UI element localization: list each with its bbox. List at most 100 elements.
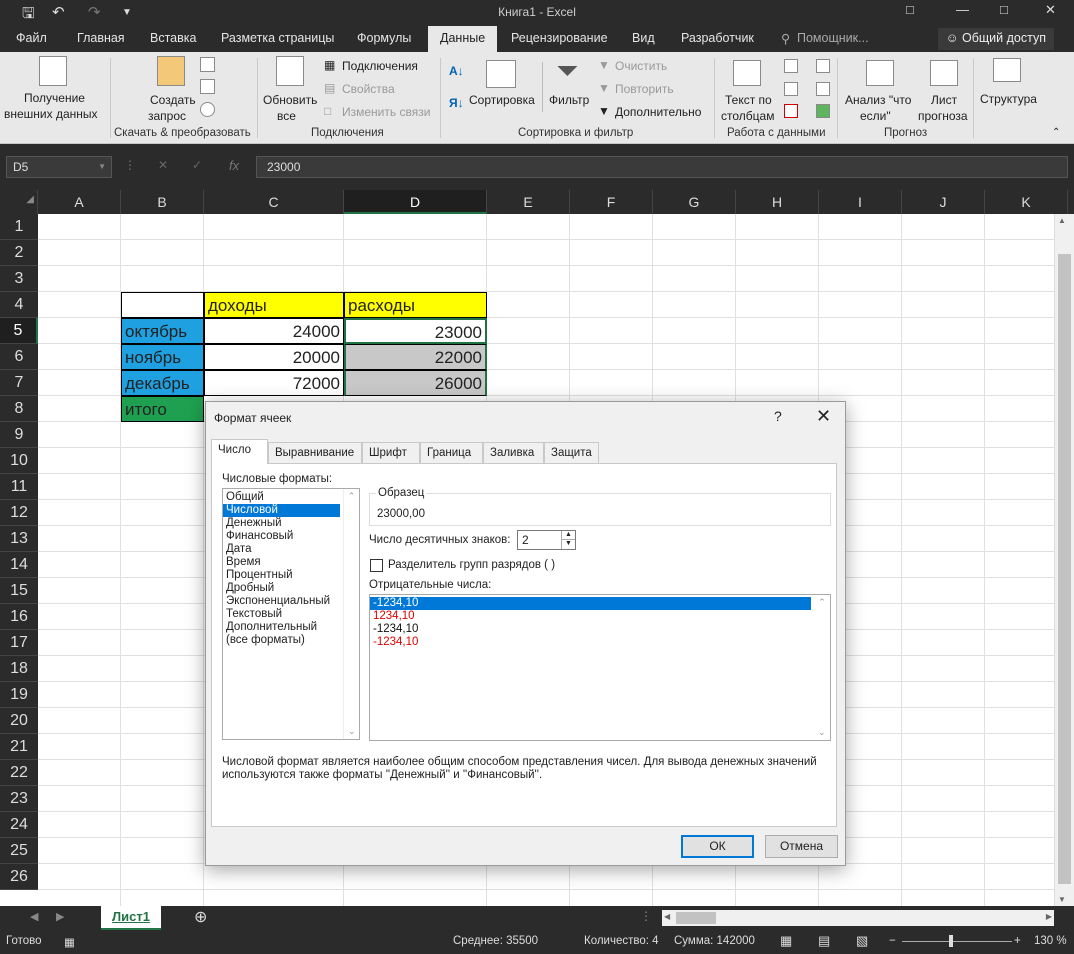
sort-za-icon[interactable]: Я↓ <box>449 96 464 110</box>
col-header-k[interactable]: K <box>985 190 1068 214</box>
cell-c6-income[interactable]: 20000 <box>204 344 344 370</box>
decimal-places-stepper[interactable]: 2 ▲ ▼ <box>517 530 576 550</box>
cell-d5-expense-active[interactable]: 23000 <box>344 318 487 344</box>
row-header[interactable]: 13 <box>0 526 38 552</box>
row-header[interactable]: 24 <box>0 812 38 838</box>
tab-split-handle-icon[interactable]: ⋮ <box>640 909 652 923</box>
cell-b6-month[interactable]: ноябрь <box>121 344 204 370</box>
scroll-down-icon[interactable]: ▼ <box>1058 895 1066 904</box>
name-box[interactable]: D5 ▼ <box>6 156 112 178</box>
row-header[interactable]: 11 <box>0 474 38 500</box>
zoom-level[interactable]: 130 % <box>1034 935 1067 947</box>
scroll-down-icon[interactable]: ⌄ <box>348 726 356 737</box>
forecast-sheet-label-2[interactable]: прогноза <box>918 109 968 123</box>
row-header[interactable]: 6 <box>0 344 38 370</box>
relationships-icon[interactable] <box>816 82 830 96</box>
cell-c5-income[interactable]: 24000 <box>204 318 344 344</box>
row-header[interactable]: 4 <box>0 292 38 318</box>
cancel-icon[interactable]: ✕ <box>158 158 168 172</box>
tab-developer[interactable]: Разработчик <box>681 31 754 45</box>
tab-alignment[interactable]: Выравнивание <box>268 442 362 463</box>
consolidate-icon[interactable] <box>816 59 830 73</box>
row-header[interactable]: 22 <box>0 760 38 786</box>
col-header-h[interactable]: H <box>736 190 819 214</box>
enter-icon[interactable]: ✓ <box>192 158 202 172</box>
refresh-all-label-2[interactable]: все <box>277 109 296 123</box>
create-query-label-2[interactable]: запрос <box>148 109 186 123</box>
connections-button[interactable]: Подключения <box>342 59 418 73</box>
vertical-scrollbar[interactable]: ▲ ▼ <box>1054 214 1074 906</box>
reapply-button[interactable]: Повторить <box>615 82 674 96</box>
col-header-j[interactable]: J <box>902 190 985 214</box>
row-header[interactable]: 18 <box>0 656 38 682</box>
format-item-selected[interactable]: Числовой <box>223 504 340 517</box>
share-button[interactable]: ☺ Общий доступ <box>937 28 1054 50</box>
insert-function-icon[interactable]: fx <box>229 158 239 173</box>
macro-record-icon[interactable]: ▦ <box>64 935 75 949</box>
horizontal-scrollbar[interactable]: ◀ ▶ <box>662 910 1054 926</box>
forecast-sheet-label[interactable]: Лист <box>931 93 957 107</box>
negative-option-selected[interactable]: -1234,10 <box>370 597 811 610</box>
text-to-columns-label[interactable]: Текст по <box>725 93 772 107</box>
negative-option[interactable]: 1234,10 <box>370 610 811 623</box>
col-header-a[interactable]: A <box>38 190 121 214</box>
format-item[interactable]: Экспоненциальный <box>223 595 340 608</box>
negative-option[interactable]: -1234,10 <box>370 636 811 649</box>
row-header[interactable]: 20 <box>0 708 38 734</box>
close-window-icon[interactable]: ✕ <box>1045 2 1056 18</box>
tab-insert[interactable]: Вставка <box>150 31 196 45</box>
what-if-label-2[interactable]: если" <box>860 109 891 123</box>
data-model-icon[interactable] <box>816 104 830 118</box>
zoom-slider-thumb[interactable] <box>949 935 953 947</box>
outline-button[interactable]: Структура <box>980 92 1037 106</box>
cell-c4-income-header[interactable]: доходы <box>204 292 344 318</box>
formula-input[interactable]: 23000 <box>256 156 1068 178</box>
row-header[interactable]: 14 <box>0 552 38 578</box>
tab-font[interactable]: Шрифт <box>362 442 420 463</box>
text-to-columns-label-2[interactable]: столбцам <box>721 109 774 123</box>
cell-d7-expense[interactable]: 26000 <box>344 370 487 396</box>
cell-d4-expense-header[interactable]: расходы <box>344 292 487 318</box>
format-item[interactable]: Дата <box>223 543 340 556</box>
page-layout-view-icon[interactable]: ▤ <box>818 933 830 949</box>
row-header[interactable]: 7 <box>0 370 38 396</box>
scroll-right-icon[interactable]: ▶ <box>1046 912 1052 921</box>
zoom-slider[interactable] <box>902 941 1012 942</box>
format-item[interactable]: Время <box>223 556 340 569</box>
row-header[interactable]: 9 <box>0 422 38 448</box>
ribbon-display-icon[interactable]: □ <box>906 2 914 17</box>
row-header[interactable]: 10 <box>0 448 38 474</box>
format-item[interactable]: Денежный <box>223 517 340 530</box>
col-header-g[interactable]: G <box>653 190 736 214</box>
col-header-i[interactable]: I <box>819 190 902 214</box>
tab-page-layout[interactable]: Разметка страницы <box>221 31 334 45</box>
zoom-out-icon[interactable]: − <box>889 935 896 947</box>
minimize-icon[interactable]: — <box>956 2 969 17</box>
row-header[interactable]: 17 <box>0 630 38 656</box>
get-external-label[interactable]: Получение <box>24 91 85 105</box>
cancel-button[interactable]: Отмена <box>765 835 838 858</box>
tab-data[interactable]: Данные <box>428 26 498 52</box>
tab-home[interactable]: Главная <box>77 31 125 45</box>
collapse-ribbon-icon[interactable]: ⌃ <box>1052 126 1060 140</box>
row-header[interactable]: 8 <box>0 396 38 422</box>
show-queries-icon[interactable] <box>200 57 215 72</box>
sort-button[interactable]: Сортировка <box>469 93 535 107</box>
format-item[interactable]: Дополнительный <box>223 621 340 634</box>
format-item[interactable]: Процентный <box>223 569 340 582</box>
remove-duplicates-icon[interactable] <box>784 82 798 96</box>
close-dialog-icon[interactable]: ✕ <box>816 406 831 427</box>
row-header[interactable]: 5 <box>0 318 38 344</box>
filter-button[interactable]: Фильтр <box>549 93 589 107</box>
row-header[interactable]: 23 <box>0 786 38 812</box>
maximize-icon[interactable]: □ <box>1000 2 1008 17</box>
negative-option[interactable]: -1234,10 <box>370 623 811 636</box>
cell-b7-month[interactable]: декабрь <box>121 370 204 396</box>
recent-sources-icon[interactable] <box>200 102 215 117</box>
row-header[interactable]: 26 <box>0 864 38 890</box>
tell-me-input[interactable]: Помощник... <box>797 31 869 45</box>
row-header[interactable]: 15 <box>0 578 38 604</box>
format-item[interactable]: Общий <box>223 491 340 504</box>
from-table-icon[interactable] <box>200 79 215 94</box>
scroll-up-icon[interactable]: ⌃ <box>814 597 830 608</box>
